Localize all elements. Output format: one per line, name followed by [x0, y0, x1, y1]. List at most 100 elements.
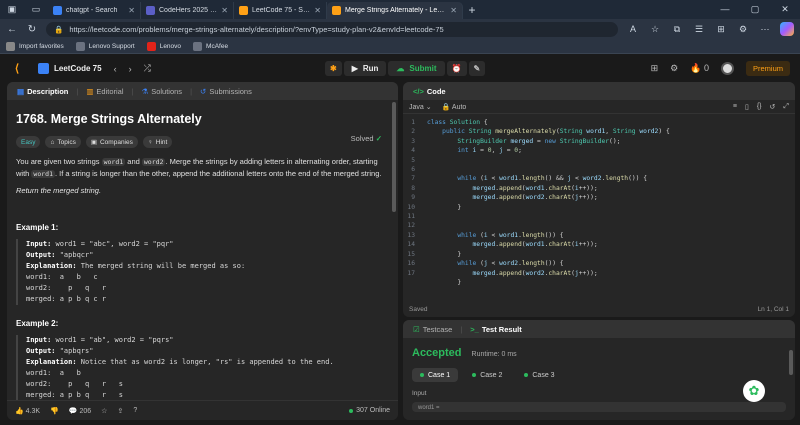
search-favicon-icon: [53, 6, 62, 15]
scrollbar[interactable]: [789, 350, 793, 375]
new-tab-button[interactable]: +: [463, 3, 481, 17]
cursor-position: Ln 1, Col 1: [757, 305, 789, 313]
timer-button[interactable]: ⏰: [446, 61, 467, 76]
tab-description[interactable]: ▤ Description: [13, 87, 72, 96]
leetcode-logo-icon[interactable]: ⟨: [10, 62, 24, 76]
premium-button[interactable]: Premium: [745, 61, 790, 76]
page-icon: [193, 41, 203, 51]
tab-label: Code: [426, 86, 446, 96]
more-options-icon[interactable]: ⋯: [758, 24, 772, 35]
case-tab[interactable]: Case 2: [464, 368, 510, 382]
close-tab-icon[interactable]: ✕: [128, 6, 135, 15]
bookmark-import-favorites[interactable]: Import favorites: [6, 41, 64, 51]
format-icon[interactable]: ≡: [733, 103, 737, 111]
online-indicator: 307 Online: [349, 407, 390, 414]
browser-tab[interactable]: LeetCode 75 - Study Plan - LeetC... ✕: [234, 2, 327, 19]
copilot-icon[interactable]: [780, 22, 794, 36]
tab-testcase[interactable]: ☑ Testcase: [409, 325, 456, 334]
collections-icon[interactable]: ⊞: [714, 24, 728, 35]
code-editor[interactable]: 1 class Solution { 2 public String mergeA…: [403, 114, 795, 299]
like-count: 4.3K: [25, 407, 41, 415]
submit-button[interactable]: ☁ Submit: [388, 61, 445, 76]
favorite-star-icon[interactable]: ☆: [648, 24, 662, 35]
example-output: "apbqcr": [59, 251, 94, 259]
auto-toggle[interactable]: 🔒 Auto: [442, 103, 467, 111]
back-icon[interactable]: ←: [6, 24, 18, 35]
browser-tab-active[interactable]: Merge Strings Alternately - LeetC... ✕: [327, 2, 463, 19]
close-tab-icon[interactable]: ✕: [221, 6, 228, 15]
companies-chip[interactable]: ▣ Companies: [85, 136, 138, 148]
study-plan-link[interactable]: LeetCode 75: [38, 63, 102, 74]
description-panel: ▤ Description | ▥ Editorial | ⚗ Solutions |…: [7, 82, 398, 420]
hint-chip[interactable]: ♀ Hint: [142, 136, 173, 148]
notes-button[interactable]: ✎: [468, 61, 486, 76]
case-tab[interactable]: Case 3: [516, 368, 562, 382]
case-tab[interactable]: Case 1: [412, 368, 459, 382]
problem-title[interactable]: 1768. Merge Strings Alternately: [16, 112, 389, 126]
browser-tab[interactable]: chatgpt - Search ✕: [48, 2, 141, 19]
topics-chip[interactable]: ⌂ Topics: [45, 136, 81, 148]
browser-menu-icon[interactable]: ▣: [0, 0, 24, 19]
leetcode-assistant-icon[interactable]: ✿: [743, 380, 765, 402]
example-line: word2: p q r: [26, 284, 107, 292]
url-text: https://leetcode.com/problems/merge-stri…: [69, 24, 444, 34]
split-screen-icon[interactable]: ⧉: [670, 24, 684, 35]
pass-dot-icon: [420, 373, 424, 377]
close-tab-icon[interactable]: ✕: [314, 6, 321, 15]
url-field[interactable]: 🔒 https://leetcode.com/problems/merge-st…: [46, 21, 618, 37]
browser-tab[interactable]: CodeHers 2025 - 2025 | 137206... ✕: [141, 2, 234, 19]
line-number: 6: [411, 166, 415, 174]
address-bar-row: ← ↻ 🔒 https://leetcode.com/problems/merg…: [0, 19, 800, 39]
fullscreen-icon[interactable]: ⤢: [783, 103, 789, 111]
prev-problem-icon[interactable]: ‹: [114, 64, 117, 74]
close-tab-icon[interactable]: ✕: [450, 6, 457, 15]
bookmark-lenovo[interactable]: Lenovo: [146, 41, 181, 51]
dislike-button[interactable]: 👎: [50, 407, 59, 415]
tab-editorial[interactable]: ▥ Editorial: [82, 87, 127, 96]
read-aloud-icon[interactable]: A: [626, 24, 640, 34]
next-problem-icon[interactable]: ›: [129, 64, 132, 74]
bookmark-icon[interactable]: ▯: [745, 103, 749, 111]
settings-icon[interactable]: ⚙: [670, 63, 678, 74]
comments-button[interactable]: 💬 206: [69, 407, 91, 415]
close-window-icon[interactable]: ✕: [770, 4, 800, 15]
fire-streak-icon[interactable]: 🔥 0: [690, 63, 709, 74]
help-button[interactable]: ?: [133, 407, 137, 414]
debug-button[interactable]: ✱: [325, 61, 342, 76]
braces-icon[interactable]: {}: [757, 103, 762, 111]
refresh-icon[interactable]: ↻: [26, 24, 38, 35]
tab-code[interactable]: </> Code: [409, 87, 450, 96]
question-icon: ?: [133, 407, 138, 414]
example-explanation: Notice that as word2 is longer, "rs" is …: [80, 358, 334, 366]
tab-submissions[interactable]: ↺ Submissions: [196, 87, 256, 96]
scrollbar[interactable]: [392, 102, 396, 212]
thumbs-up-icon: 👍: [15, 407, 24, 415]
flask-icon: ⚗: [141, 86, 149, 96]
chevron-down-icon: ⌄: [425, 103, 432, 111]
tab-solutions[interactable]: ⚗ Solutions: [137, 87, 186, 96]
favorite-button[interactable]: ☆: [101, 407, 107, 415]
run-button[interactable]: ▶ Run: [343, 61, 387, 76]
bookmark-lenovo-support[interactable]: Lenovo Support: [75, 41, 135, 51]
layout-icon[interactable]: ⊞: [651, 63, 659, 74]
shuffle-icon[interactable]: ⤮: [144, 63, 151, 74]
extensions-icon[interactable]: ⚙: [736, 24, 750, 35]
like-button[interactable]: 👍 4.3K: [15, 407, 40, 415]
maximize-icon[interactable]: ▢: [740, 4, 770, 15]
favorites-icon[interactable]: ☰: [692, 24, 706, 35]
editor-toolbar: Java ⌄ 🔒 Auto ≡ ▯ {} ↺ ⤢: [403, 100, 795, 114]
avatar[interactable]: [720, 62, 734, 75]
minimize-icon[interactable]: —: [710, 4, 740, 15]
language-select[interactable]: Java ⌄: [409, 103, 432, 111]
import-icon: [6, 41, 15, 51]
text: You are given two strings: [16, 157, 102, 166]
input-value-box: word1 =: [412, 402, 786, 412]
line-number: 15: [407, 250, 415, 258]
reset-icon[interactable]: ↺: [770, 103, 776, 111]
share-button[interactable]: ⇪: [117, 407, 123, 415]
tab-actions-icon[interactable]: ▭: [24, 0, 48, 19]
tab-test-result[interactable]: >_ Test Result: [466, 325, 525, 334]
example-input: word1 = "abc", word2 = "pqr": [55, 240, 174, 248]
bookmark-mcafee[interactable]: McAfee: [193, 41, 228, 51]
leetcode-favicon-icon: [332, 6, 341, 15]
